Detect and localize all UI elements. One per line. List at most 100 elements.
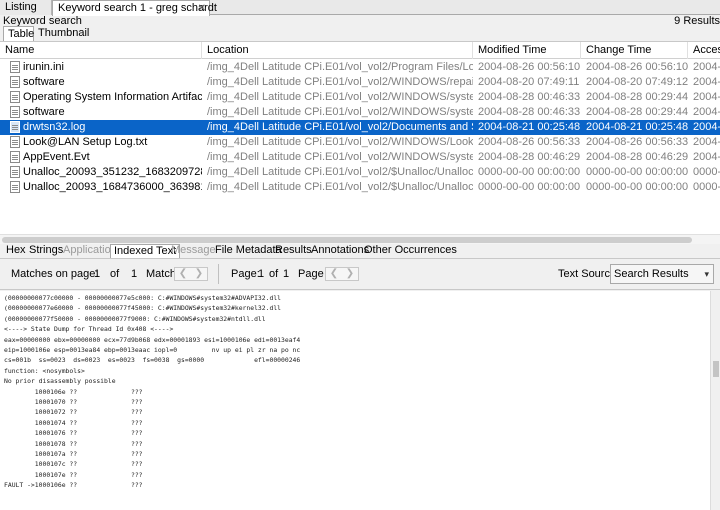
cell-name: Look@LAN Setup Log.txt [23, 136, 148, 148]
page-label: Page: [231, 268, 260, 280]
matches-on-page-label: Matches on page: [11, 268, 99, 280]
cell-change-time: 2004-08-20 07:49:12 KST [586, 76, 688, 88]
results-count: 9 Results [674, 15, 720, 27]
cell-location: /img_4Dell Latitude CPi.E01/vol_vol2/$Un… [207, 166, 473, 178]
tab-keyword-search[interactable]: Keyword search 1 - greg schardt ✕ [52, 0, 217, 16]
table-row[interactable]: software/img_4Dell Latitude CPi.E01/vol_… [0, 75, 720, 90]
cell-location: /img_4Dell Latitude CPi.E01/vol_vol2/WIN… [207, 91, 473, 103]
cell-location: /img_4Dell Latitude CPi.E01/vol_vol2/$Un… [207, 181, 473, 193]
cell-location: /img_4Dell Latitude CPi.E01/vol_vol2/WIN… [207, 151, 473, 163]
results-table: Name Location Modified Time Change Time … [0, 41, 720, 244]
table-row[interactable]: irunin.ini/img_4Dell Latitude CPi.E01/vo… [0, 60, 720, 75]
page-navigation: ❮ ❯ [325, 267, 359, 281]
cell-name: irunin.ini [23, 61, 64, 73]
cell-modified-time: 2004-08-26 00:56:10 KST [478, 61, 581, 73]
text-line: 1000107c ?? ??? [4, 460, 143, 469]
text-line: No prior disassembly possible [4, 377, 116, 386]
column-header-name[interactable]: Name [0, 42, 202, 59]
indexed-text-toolbar: Matches on page: 1 of 1 Match ❮ ❯ Page: … [0, 258, 720, 290]
text-line: 10001074 ?? ??? [4, 418, 143, 427]
text-line: 10001076 ?? ??? [4, 429, 143, 438]
tab-thumbnail[interactable]: Thumbnail [34, 26, 89, 41]
cell-location: /img_4Dell Latitude CPi.E01/vol_vol2/WIN… [207, 136, 473, 148]
column-header-access-time[interactable]: Access [688, 42, 720, 59]
cell-change-time: 2004-08-21 00:25:48 KST [586, 121, 688, 133]
cell-name: software [23, 76, 65, 88]
text-line: 1000107e ?? ??? [4, 470, 143, 479]
cell-location: /img_4Dell Latitude CPi.E01/vol_vol2/Pro… [207, 61, 473, 73]
tab-other-occurrences[interactable]: Other Occurrences [364, 244, 457, 258]
cell-change-time: 2004-08-28 00:29:44 KST [586, 106, 688, 118]
content-viewer-tabs: Hex Strings Application Indexed Text Mes… [0, 244, 720, 258]
indexed-text-content: (00000000077c00000 - 00000000077e5c000: … [0, 291, 710, 510]
cell-access-time: 2004-08 [693, 61, 720, 73]
table-row[interactable]: AppEvent.Evt/img_4Dell Latitude CPi.E01/… [0, 150, 720, 165]
text-line: 1000106e ?? ??? [4, 387, 143, 396]
table-row[interactable]: Unalloc_20093_1684736000_3639811072/img_… [0, 180, 720, 195]
page-of: of [269, 268, 279, 280]
column-header-location[interactable]: Location [202, 42, 473, 59]
text-line: <----> State Dump for Thread Id 0x408 <-… [4, 325, 174, 334]
text-line: (00000000077c00000 - 00000000077e5c000: … [4, 294, 282, 302]
text-line: 10001072 ?? ??? [4, 408, 143, 417]
column-header-change-time[interactable]: Change Time [581, 42, 688, 59]
horizontal-scrollbar[interactable] [0, 234, 720, 244]
scrollbar-thumb[interactable] [2, 237, 692, 243]
toolbar-separator [218, 264, 219, 284]
table-row[interactable]: software/img_4Dell Latitude CPi.E01/vol_… [0, 105, 720, 120]
tab-results[interactable]: Results [275, 244, 312, 258]
close-icon[interactable]: ✕ [198, 2, 206, 15]
tab-hex[interactable]: Hex [6, 244, 26, 258]
cell-modified-time: 2004-08-20 07:49:11 KST [478, 76, 581, 88]
cell-access-time: 0000-00 [693, 166, 720, 178]
scrollbar-thumb[interactable] [713, 361, 719, 377]
column-header-modified-time[interactable]: Modified Time [473, 42, 581, 59]
cell-change-time: 0000-00-00 00:00:00 [586, 181, 688, 193]
text-line: (00000000077e60000 - 00000000077f45000: … [4, 304, 282, 313]
cell-name: Operating System Information Artifact [23, 91, 202, 103]
text-line: cs=001b ss=0023 ds=0023 es=0023 fs=0038 … [4, 356, 301, 365]
cell-change-time: 0000-00-00 00:00:00 [586, 166, 688, 178]
tab-annotations[interactable]: Annotations [311, 244, 369, 258]
previous-match-button[interactable]: ❮ [175, 268, 191, 280]
matches-of: of [110, 268, 120, 280]
page-total: 1 [283, 268, 290, 280]
table-row[interactable]: Unalloc_20093_351232_1683209728/img_4Del… [0, 165, 720, 180]
cell-access-time: 2004-08 [693, 136, 720, 148]
cell-location: /img_4Dell Latitude CPi.E01/vol_vol2/WIN… [207, 76, 473, 88]
cell-name: drwtsn32.log [23, 121, 86, 133]
cell-access-time: 2004-08 [693, 76, 720, 88]
cell-modified-time: 2004-08-26 00:56:33 KST [478, 136, 581, 148]
match-navigation: ❮ ❯ [174, 267, 208, 281]
cell-change-time: 2004-08-26 00:56:10 KST [586, 61, 688, 73]
tab-indexed-text[interactable]: Indexed Text [110, 244, 181, 258]
tab-listing[interactable]: Listing [0, 0, 52, 15]
next-page-button[interactable]: ❯ [342, 268, 358, 280]
text-line: FAULT ->1000106e ?? ??? [4, 481, 143, 490]
table-row[interactable]: Operating System Information Artifact/im… [0, 90, 720, 105]
previous-page-button[interactable]: ❮ [326, 268, 342, 280]
text-line: (00000000077f50000 - 00000000077f9000: C… [4, 314, 266, 323]
cell-modified-time: 2004-08-28 00:46:29 KST [478, 151, 581, 163]
vertical-scrollbar[interactable] [710, 291, 720, 510]
cell-location: /img_4Dell Latitude CPi.E01/vol_vol2/Doc… [207, 121, 473, 133]
cell-name: AppEvent.Evt [23, 151, 90, 163]
text-line: eax=00000000 ebx=00000000 ecx=77d9b068 e… [4, 335, 301, 344]
page-current: 1 [258, 268, 265, 280]
cell-access-time: 2004-08 [693, 91, 720, 103]
table-row[interactable]: Look@LAN Setup Log.txt/img_4Dell Latitud… [0, 135, 720, 150]
page-word: Page [298, 268, 324, 280]
next-match-button[interactable]: ❯ [191, 268, 207, 280]
tab-application: Application [63, 244, 117, 256]
cell-change-time: 2004-08-28 00:46:29 KST [586, 151, 688, 163]
table-row[interactable]: drwtsn32.log/img_4Dell Latitude CPi.E01/… [0, 120, 720, 135]
matches-current: 1 [94, 268, 101, 280]
tab-strings[interactable]: Strings [29, 244, 63, 258]
cell-modified-time: 2004-08-21 00:25:48 KST [478, 121, 581, 133]
tab-table[interactable]: Table [3, 26, 34, 41]
cell-change-time: 2004-08-26 00:56:33 KST [586, 136, 688, 148]
text-source-dropdown[interactable]: Search Results ▾ [610, 264, 714, 284]
tab-file-metadata[interactable]: File Metadata [215, 244, 282, 258]
text-line: function: <nosymbols> [4, 366, 85, 375]
table-header: Name Location Modified Time Change Time … [0, 42, 720, 59]
